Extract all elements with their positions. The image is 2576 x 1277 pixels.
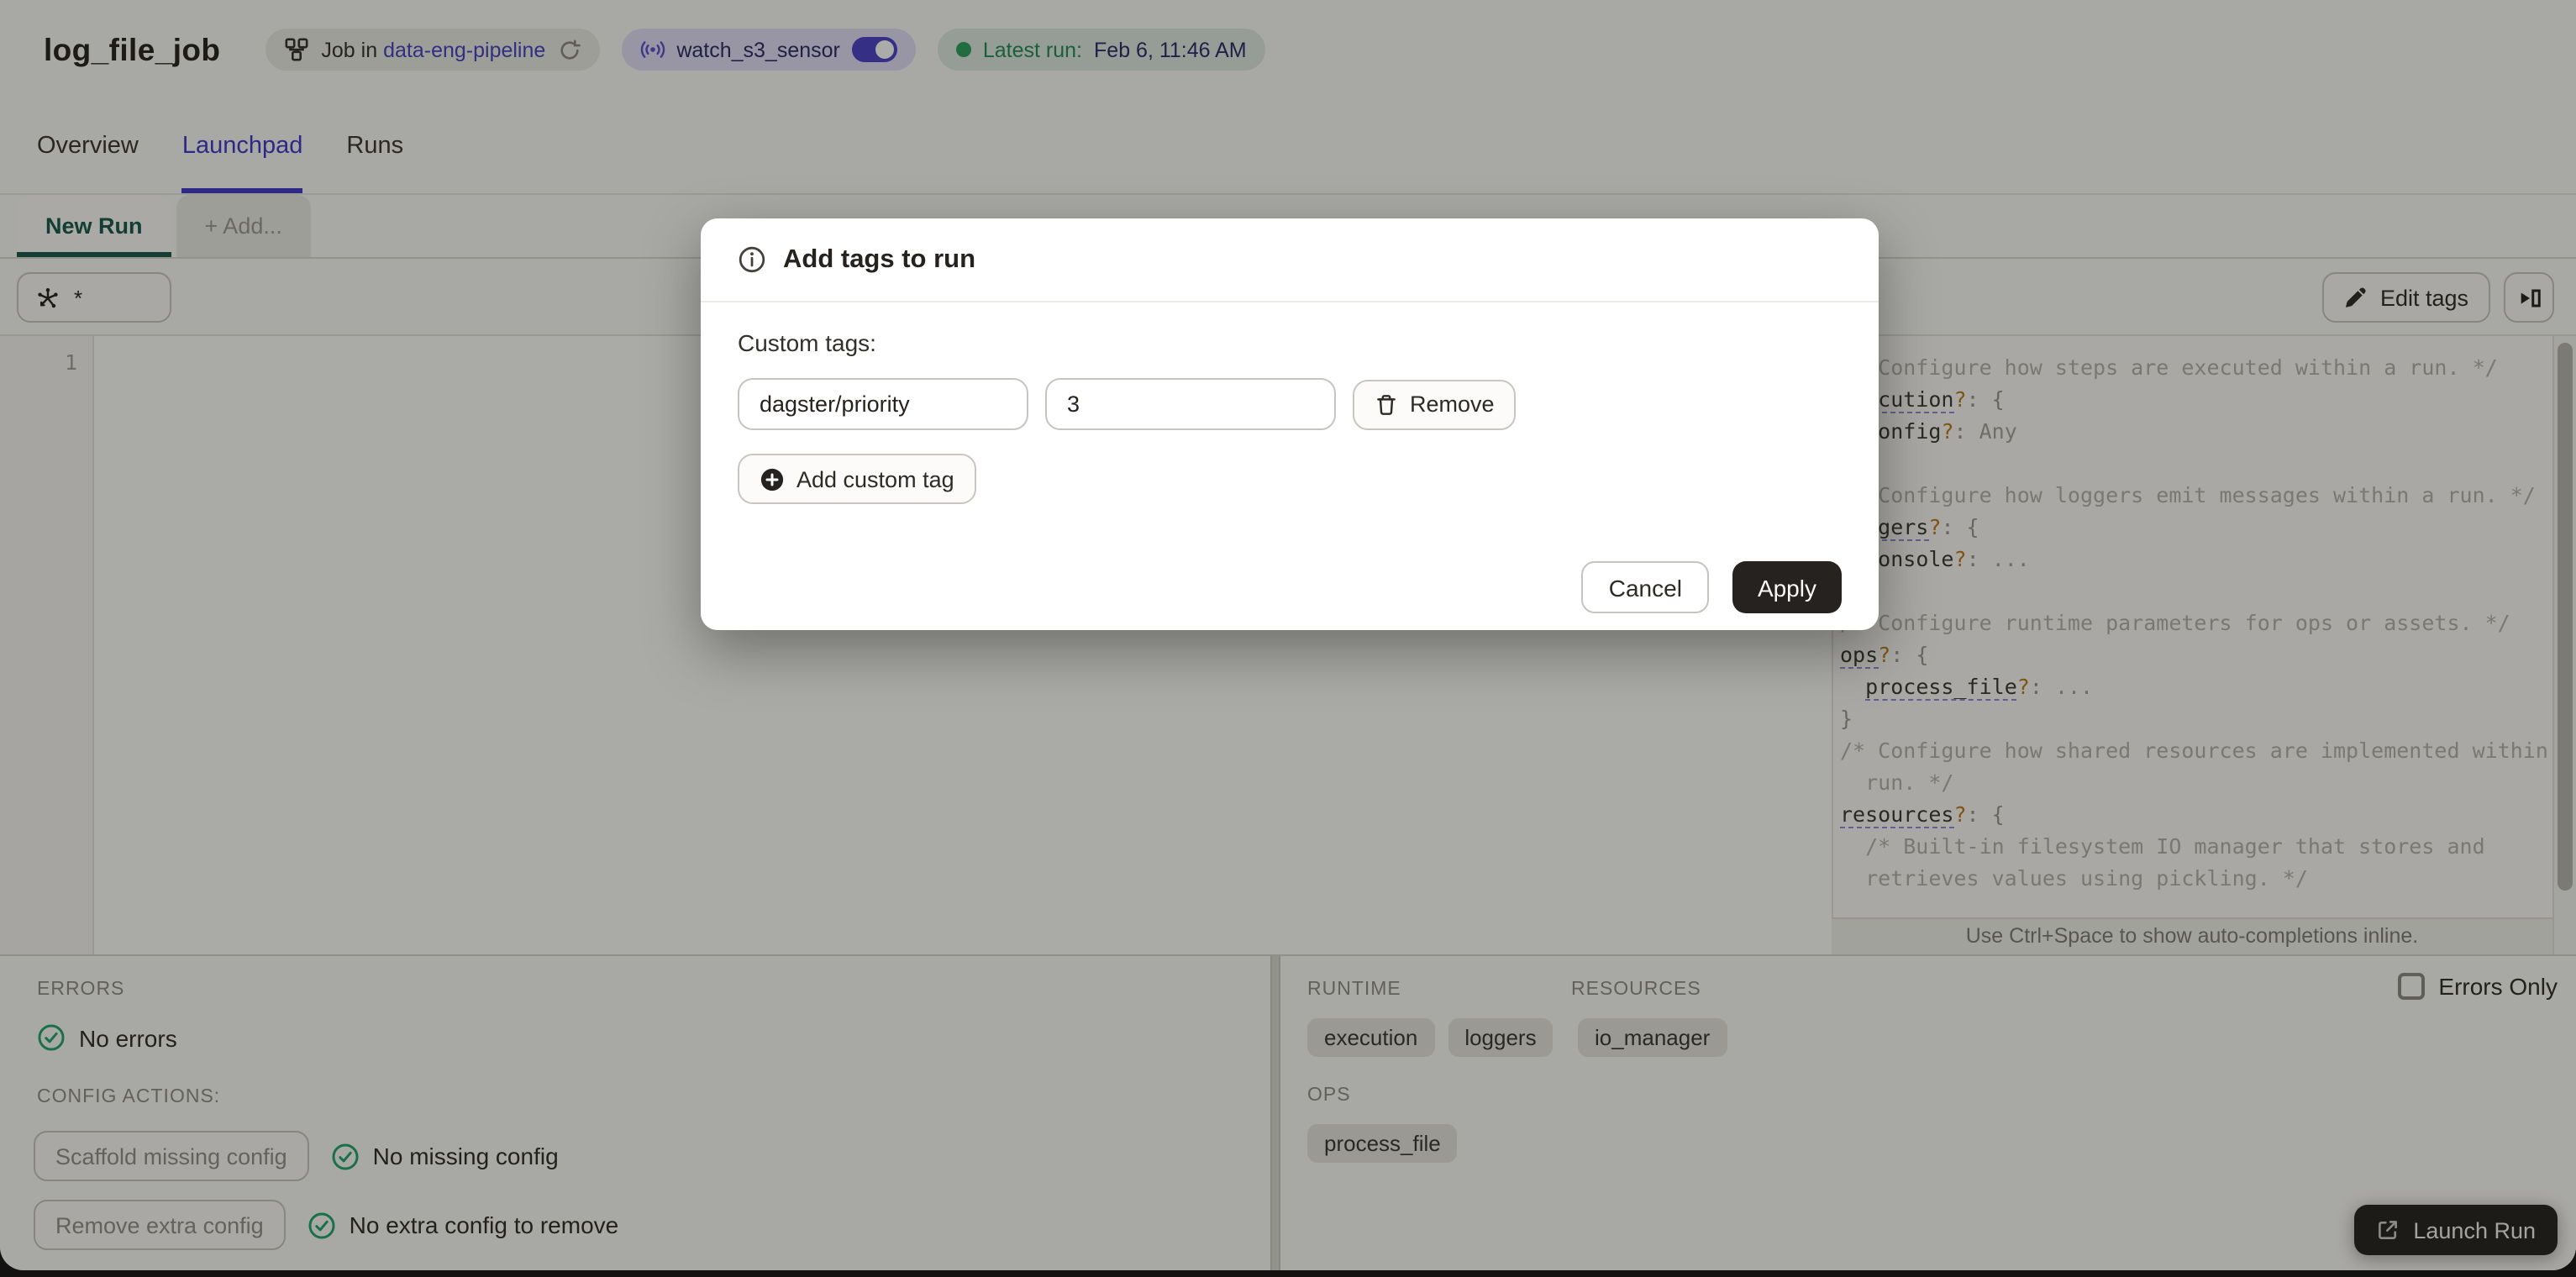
tag-key-input[interactable] [738,378,1028,430]
add-custom-tag-button[interactable]: Add custom tag [738,454,976,504]
remove-tag-button[interactable]: Remove [1353,379,1517,429]
tag-editor-row: Remove [738,378,1842,430]
tag-value-input[interactable] [1045,378,1336,430]
custom-tags-label: Custom tags: [738,329,876,356]
apply-button[interactable]: Apply [1732,561,1842,613]
dialog-footer: Cancel Apply [1581,561,1842,613]
add-tags-dialog: Add tags to run Custom tags: Remove [701,218,1879,630]
remove-tag-label: Remove [1410,392,1495,417]
dialog-header: Add tags to run [701,218,1879,302]
trash-icon [1375,392,1398,416]
add-custom-tag-label: Add custom tag [796,466,954,491]
dialog-body: Custom tags: Remove [701,329,1879,504]
screen: log_file_job Job in data-eng-pipeline wa… [0,0,2576,1277]
plus-circle-icon [760,466,785,491]
cancel-button[interactable]: Cancel [1581,561,1709,613]
dialog-title: Add tags to run [783,244,976,273]
modal-overlay[interactable] [0,0,2576,1277]
info-icon [738,245,766,274]
